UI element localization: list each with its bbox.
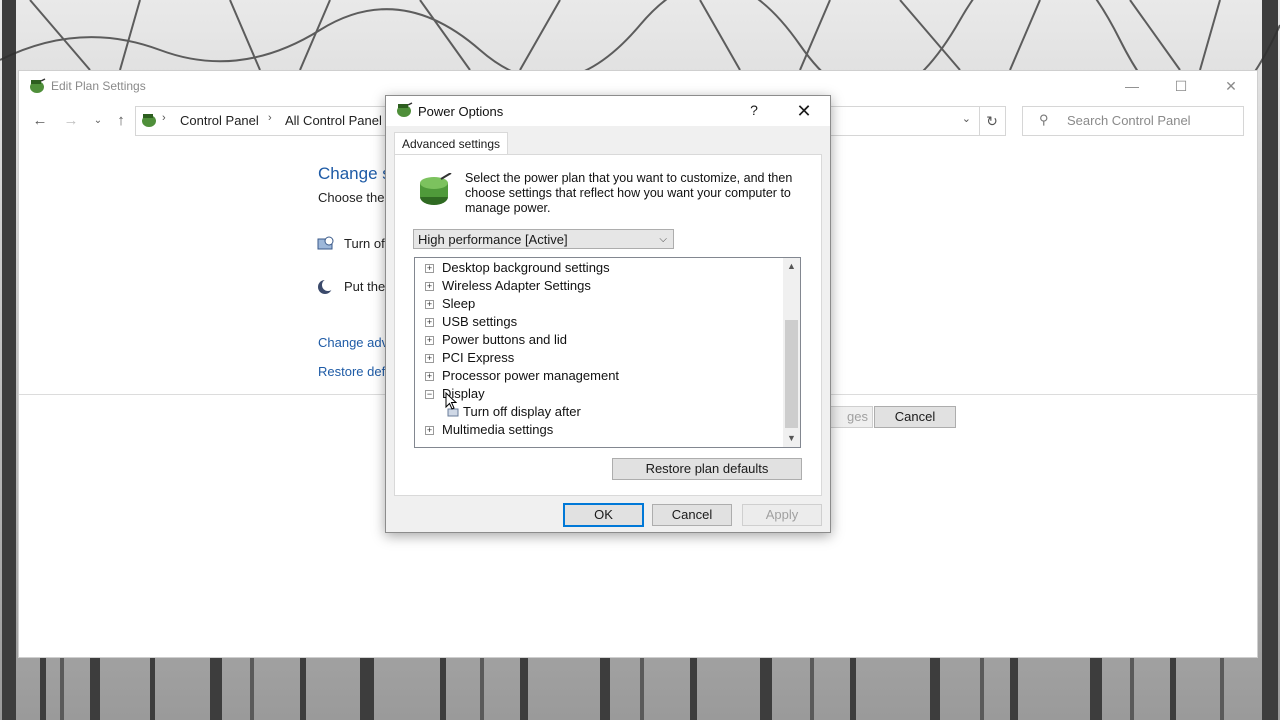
cancel-button[interactable]: Cancel <box>874 406 956 428</box>
search-input[interactable]: ⚲ Search Control Panel <box>1022 106 1244 136</box>
close-icon[interactable]: ✕ <box>792 100 816 122</box>
tree-item-label: Power buttons and lid <box>442 332 568 347</box>
settings-tree[interactable]: + Desktop background settings + Wireless… <box>414 257 801 448</box>
breadcrumb-control-panel[interactable]: Control Panel <box>180 113 259 128</box>
tree-item-label: Desktop background settings <box>442 260 610 275</box>
tree-item-label: Processor power management <box>442 368 620 383</box>
page-title: Change s <box>318 164 391 183</box>
control-panel-icon <box>140 112 158 131</box>
collapse-minus-icon[interactable]: − <box>425 390 434 399</box>
maximize-button[interactable]: ☐ <box>1158 71 1204 101</box>
expand-plus-icon[interactable]: + <box>425 318 434 327</box>
tree-item-label: Sleep <box>442 296 476 311</box>
restore-defaults-link[interactable]: Restore defa <box>318 364 392 379</box>
panel-description: Select the power plan that you want to c… <box>465 171 793 215</box>
dialog-cancel-button[interactable]: Cancel <box>652 504 732 526</box>
window-title: Edit Plan Settings <box>51 79 146 93</box>
dialog-title-bar[interactable]: Power Options ? ✕ <box>386 96 830 126</box>
refresh-icon[interactable]: ↻ <box>979 106 1006 136</box>
dialog-title: Power Options <box>418 104 504 119</box>
power-plan-dropdown[interactable]: High performance [Active] ⌵ <box>413 229 674 249</box>
save-changes-button[interactable]: ges <box>829 406 873 428</box>
setting-label: Put the <box>344 279 386 294</box>
help-button[interactable]: ? <box>744 102 764 118</box>
power-options-icon <box>395 102 413 121</box>
back-arrow-icon[interactable]: ← <box>29 110 51 130</box>
selected-plan: High performance [Active] <box>418 232 568 247</box>
scroll-up-arrow-icon[interactable]: ▲ <box>783 258 800 275</box>
advanced-settings-panel: Select the power plan that you want to c… <box>394 154 822 496</box>
close-window-button[interactable]: ✕ <box>1208 71 1254 101</box>
expand-plus-icon[interactable]: + <box>425 264 434 273</box>
tab-advanced-settings[interactable]: Advanced settings <box>394 132 508 155</box>
moon-sleep-icon <box>317 279 335 298</box>
tree-item-label: PCI Express <box>442 350 515 365</box>
tree-scrollbar[interactable]: ▲ ▼ <box>783 258 800 447</box>
expand-plus-icon[interactable]: + <box>425 336 434 345</box>
power-plan-battery-icon <box>417 172 453 210</box>
expand-plus-icon[interactable]: + <box>425 354 434 363</box>
minimize-button[interactable]: — <box>1109 71 1155 101</box>
tree-item-label: Wireless Adapter Settings <box>442 278 591 293</box>
power-options-dialog: Power Options ? ✕ Advanced settings Sele… <box>385 95 831 533</box>
change-advanced-settings-link[interactable]: Change adv <box>318 335 388 350</box>
search-icon: ⚲ <box>1039 112 1049 127</box>
tree-item-label: USB settings <box>442 314 518 329</box>
power-options-icon <box>28 78 46 97</box>
recent-locations-chevron-icon[interactable]: ⌄ <box>87 110 109 130</box>
display-clock-icon <box>317 236 335 255</box>
ok-button[interactable]: OK <box>563 503 644 527</box>
breadcrumb-separator-icon: › <box>162 112 166 124</box>
search-placeholder: Search Control Panel <box>1067 113 1191 128</box>
page-subtitle: Choose the <box>318 190 385 205</box>
address-dropdown-icon[interactable]: ⌄ <box>962 112 971 125</box>
restore-plan-defaults-button[interactable]: Restore plan defaults <box>612 458 802 480</box>
expand-plus-icon[interactable]: + <box>425 282 434 291</box>
forward-arrow-icon[interactable]: → <box>60 110 82 130</box>
tree-item-label: Multimedia settings <box>442 422 554 437</box>
mouse-cursor-icon <box>445 391 458 413</box>
scrollbar-thumb[interactable] <box>785 320 798 428</box>
apply-button[interactable]: Apply <box>742 504 822 526</box>
setting-label: Turn of <box>344 236 385 251</box>
tree-item-label: Turn off display after <box>463 404 581 419</box>
expand-plus-icon[interactable]: + <box>425 426 434 435</box>
chevron-down-icon: ⌵ <box>659 234 667 245</box>
breadcrumb-separator-icon: › <box>268 112 272 124</box>
expand-plus-icon[interactable]: + <box>425 300 434 309</box>
up-arrow-icon[interactable]: ↑ <box>110 110 132 130</box>
breadcrumb-all-control-panel[interactable]: All Control Panel <box>285 113 382 128</box>
expand-plus-icon[interactable]: + <box>425 372 434 381</box>
scroll-down-arrow-icon[interactable]: ▼ <box>783 430 800 447</box>
